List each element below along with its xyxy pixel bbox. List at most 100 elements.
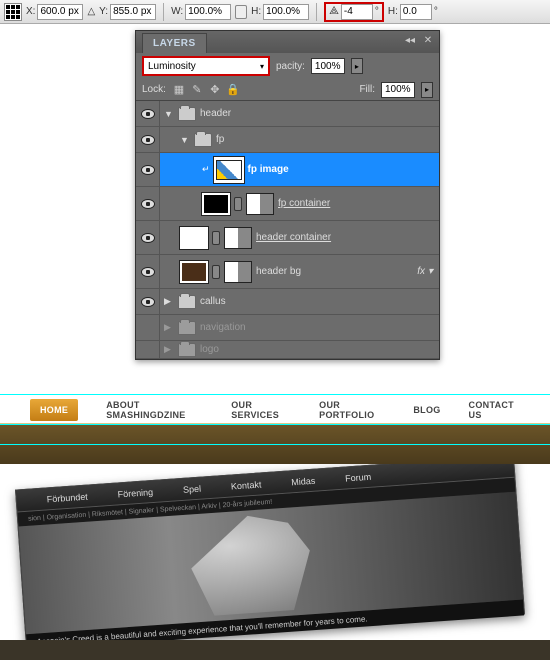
layer-group-navigation[interactable]: ▶navigation	[136, 315, 439, 341]
h-label: H:	[251, 6, 261, 17]
lock-paint-icon[interactable]: ✎	[190, 83, 204, 97]
rotate-input[interactable]	[341, 4, 373, 20]
visibility-toggle-icon[interactable]	[141, 233, 155, 243]
blend-mode-select[interactable]: Luminosity ▾	[142, 56, 270, 76]
layers-tab[interactable]: LAYERS	[142, 33, 207, 53]
layer-group-fp[interactable]: ▼ fp	[136, 127, 439, 153]
nav-home[interactable]: HOME	[30, 399, 78, 421]
visibility-toggle-icon[interactable]	[141, 267, 155, 277]
folder-icon	[194, 133, 212, 147]
layer-group-header[interactable]: ▼ header	[136, 101, 439, 127]
canvas-footer	[0, 640, 550, 660]
close-panel-icon[interactable]: ✕	[421, 34, 435, 48]
lock-fill-row: Lock: ▦ ✎ ✥ 🔒 Fill: 100% ▸	[136, 79, 439, 101]
y-field: Y:	[99, 4, 156, 20]
layers-panel: LAYERS ◂◂ ✕ Luminosity ▾ pacity: 100% ▸ …	[135, 30, 440, 360]
delta-icon[interactable]: △	[87, 6, 95, 17]
site-nav: HOME ABOUT SMASHINGDZINE OUR SERVICES OU…	[0, 396, 550, 424]
h2-input[interactable]	[400, 4, 432, 20]
disclosure-right-icon[interactable]: ▶	[164, 296, 174, 307]
lock-all-icon[interactable]: 🔒	[226, 83, 240, 97]
layer-thumbnail[interactable]	[202, 193, 230, 215]
layer-group-callus[interactable]: ▶callus	[136, 289, 439, 315]
guide-line	[0, 444, 550, 445]
y-input[interactable]	[110, 4, 156, 20]
visibility-toggle-icon[interactable]	[141, 109, 155, 119]
layer-name: fp	[216, 134, 224, 145]
opacity-label: pacity:	[276, 61, 305, 72]
visibility-toggle-icon[interactable]	[141, 165, 155, 175]
fx-indicator[interactable]: fx ▾	[417, 266, 433, 277]
blend-opacity-row: Luminosity ▾ pacity: 100% ▸	[136, 53, 439, 79]
w-input[interactable]	[185, 4, 231, 20]
y-label: Y:	[99, 6, 108, 17]
layer-thumbnail[interactable]	[214, 157, 244, 183]
visibility-toggle-icon[interactable]	[141, 135, 155, 145]
nav-contact[interactable]: CONTACT US	[469, 400, 520, 420]
lock-transparency-icon[interactable]: ▦	[172, 83, 186, 97]
x-input[interactable]	[37, 4, 83, 20]
fp-nav-item: Förbundet	[46, 491, 88, 504]
folder-icon	[178, 295, 196, 309]
nav-services[interactable]: OUR SERVICES	[231, 400, 291, 420]
visibility-toggle-icon[interactable]	[141, 297, 155, 307]
layer-fp-image[interactable]: ↵fp image	[136, 153, 439, 187]
h-input[interactable]	[263, 4, 309, 20]
fp-rotated-image[interactable]: Förbundet Förening Spel Kontakt Midas Fo…	[15, 464, 525, 649]
h2-label: H:	[388, 6, 398, 17]
rotate-group-highlight: ⟁ °	[324, 2, 384, 22]
x-label: X:	[26, 6, 35, 17]
fp-nav-item: Förening	[117, 487, 153, 499]
layer-header-container[interactable]: header container	[136, 221, 439, 255]
h2-unit: °	[434, 6, 438, 17]
layer-group-logo[interactable]: ▶logo	[136, 341, 439, 359]
nav-portfolio[interactable]: OUR PORTFOLIO	[319, 400, 385, 420]
link-icon[interactable]	[212, 265, 220, 279]
reference-point-grid[interactable]	[4, 3, 22, 21]
nav-blog[interactable]: BLOG	[413, 405, 440, 415]
layer-fp-container[interactable]: fp container	[136, 187, 439, 221]
layer-name: header bg	[256, 266, 301, 277]
disclosure-down-icon[interactable]: ▼	[180, 135, 190, 145]
opacity-input[interactable]: 100%	[311, 58, 345, 74]
link-icon[interactable]	[234, 197, 242, 211]
guide-line	[0, 394, 550, 395]
disclosure-down-icon[interactable]: ▼	[164, 109, 174, 119]
fp-nav-item: Midas	[291, 475, 316, 487]
blend-mode-value: Luminosity	[148, 61, 196, 72]
layer-header-bg[interactable]: header bg fx ▾	[136, 255, 439, 289]
w-label: W:	[171, 6, 183, 17]
visibility-toggle-icon[interactable]	[141, 199, 155, 209]
layer-thumbnail[interactable]	[180, 261, 208, 283]
skew-h-field: H: °	[388, 4, 438, 20]
mask-thumbnail[interactable]	[246, 193, 274, 215]
panel-header: LAYERS ◂◂ ✕	[136, 31, 439, 53]
opacity-flyout-icon[interactable]: ▸	[351, 58, 363, 74]
fill-input[interactable]: 100%	[381, 82, 415, 98]
layer-list: ▼ header ▼ fp ↵fp image fp container heade…	[136, 101, 439, 359]
mask-thumbnail[interactable]	[224, 227, 252, 249]
fill-flyout-icon[interactable]: ▸	[421, 82, 433, 98]
fill-label: Fill:	[359, 84, 375, 95]
link-icon[interactable]	[212, 231, 220, 245]
link-wh-icon[interactable]	[235, 5, 247, 19]
collapse-icon[interactable]: ◂◂	[403, 34, 417, 48]
disclosure-right-icon[interactable]: ▶	[164, 344, 174, 355]
layer-name: fp image	[248, 164, 289, 175]
layer-thumbnail[interactable]	[180, 227, 208, 249]
fp-nav-item: Forum	[345, 471, 372, 483]
x-field: X:	[26, 4, 83, 20]
chevron-down-icon: ▾	[260, 62, 264, 71]
divider	[316, 3, 317, 21]
disclosure-right-icon[interactable]: ▶	[164, 322, 174, 333]
transform-toolbar: X: △ Y: W: H: ⟁ ° H: °	[0, 0, 550, 24]
layer-name: header	[200, 108, 231, 119]
mask-thumbnail[interactable]	[224, 261, 252, 283]
folder-icon	[178, 321, 196, 335]
h-field: H:	[251, 4, 309, 20]
nav-about[interactable]: ABOUT SMASHINGDZINE	[106, 400, 203, 420]
angle-icon: ⟁	[329, 5, 339, 18]
folder-icon	[178, 343, 196, 357]
lock-position-icon[interactable]: ✥	[208, 83, 222, 97]
w-field: W:	[171, 4, 231, 20]
